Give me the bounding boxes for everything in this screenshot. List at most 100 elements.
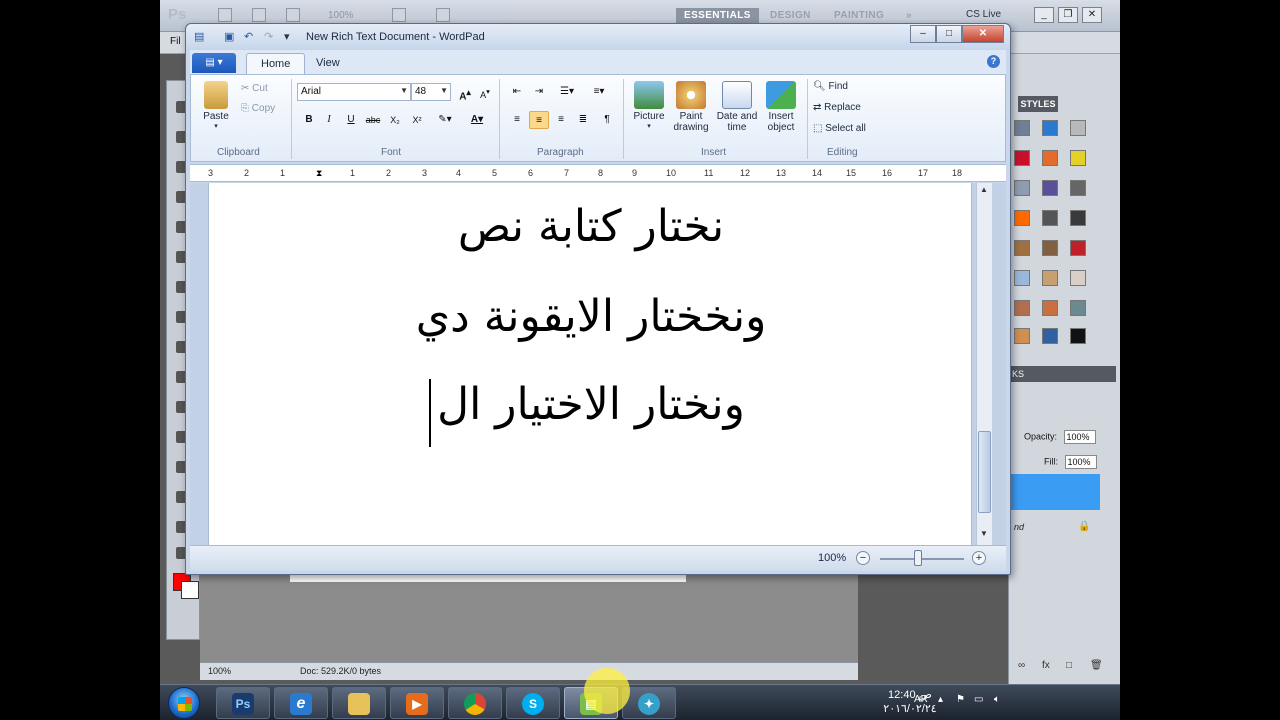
style-swatch[interactable] — [1042, 120, 1058, 136]
close-button[interactable]: ✕ — [962, 25, 1004, 43]
style-swatch[interactable] — [1014, 300, 1030, 316]
selected-layer-row[interactable] — [1010, 474, 1100, 510]
style-swatch[interactable] — [1042, 180, 1058, 196]
help-icon[interactable]: ? — [987, 55, 1000, 68]
volume-icon[interactable]: 🔈︎ — [994, 694, 1000, 705]
arrange-documents-icon[interactable] — [392, 8, 406, 22]
workspace-design[interactable]: DESIGN — [762, 8, 819, 24]
style-swatch[interactable] — [1070, 120, 1086, 136]
style-swatch[interactable] — [1070, 150, 1086, 166]
new-layer-icon[interactable]: □ — [1066, 660, 1072, 671]
increase-indent-icon[interactable]: ⇥ — [529, 83, 549, 101]
shrink-font-icon[interactable]: A▾ — [475, 83, 495, 101]
document-line[interactable]: ونختار الاختيار ال — [209, 379, 973, 430]
delete-layer-icon[interactable]: 🗑 — [1090, 660, 1103, 671]
workspace-essentials[interactable]: ESSENTIALS — [676, 8, 759, 24]
align-center-icon[interactable]: ≡ — [529, 111, 549, 129]
zoom-in-button[interactable]: + — [972, 551, 986, 565]
tab-view[interactable]: View — [302, 53, 354, 74]
action-center-icon[interactable]: ⚑ — [956, 694, 965, 705]
replace-button[interactable]: ⇄ Replace — [813, 102, 861, 113]
network-icon[interactable]: ▭ — [974, 694, 983, 705]
zoom-slider-thumb[interactable] — [914, 550, 922, 566]
style-swatch[interactable] — [1070, 210, 1086, 226]
undo-icon[interactable]: ↶ — [244, 31, 256, 43]
app-zoom[interactable]: 100% — [328, 10, 354, 21]
justify-icon[interactable]: ≣ — [573, 111, 593, 129]
scroll-down-icon[interactable]: ▼ — [980, 529, 988, 538]
taskbar-explorer[interactable] — [332, 687, 386, 719]
link-layers-icon[interactable]: ∞ — [1018, 660, 1025, 671]
style-swatch[interactable] — [1070, 270, 1086, 286]
paragraph-settings-icon[interactable]: ¶ — [597, 111, 617, 129]
taskbar-movie-maker[interactable]: ✦ — [622, 687, 676, 719]
start-button[interactable] — [168, 687, 200, 719]
bridge-icon[interactable] — [218, 8, 232, 22]
cut-button[interactable]: ✂ Cut — [241, 83, 268, 94]
redo-icon[interactable]: ↷ — [264, 31, 276, 43]
insert-object-button[interactable]: Insert object — [761, 81, 801, 133]
date-time-button[interactable]: Date and time — [713, 81, 761, 133]
zoom-out-button[interactable]: − — [856, 551, 870, 565]
taskbar-photoshop[interactable]: Ps — [216, 687, 270, 719]
ps-restore-button[interactable]: ❐ — [1058, 7, 1078, 23]
save-icon[interactable]: ▣ — [224, 31, 236, 43]
italic-icon[interactable]: I — [319, 111, 339, 129]
vertical-scrollbar[interactable]: ▲ ▼ — [976, 183, 992, 545]
align-left-icon[interactable]: ≡ — [507, 111, 527, 129]
taskbar-media-player[interactable]: ▶ — [390, 687, 444, 719]
style-swatch[interactable] — [1042, 210, 1058, 226]
style-swatch[interactable] — [1042, 328, 1058, 344]
background-color-swatch[interactable] — [181, 581, 199, 599]
customize-qat-icon[interactable]: ▾ — [284, 31, 296, 43]
document-page[interactable]: نختار كتابة نص ونخختار الايقونة دي ونختا… — [208, 183, 972, 545]
taskbar-skype[interactable]: S — [506, 687, 560, 719]
document-line[interactable]: نختار كتابة نص — [209, 201, 973, 252]
decrease-indent-icon[interactable]: ⇤ — [507, 83, 527, 101]
ps-minimize-button[interactable]: _ — [1034, 7, 1054, 23]
style-swatch[interactable] — [1070, 180, 1086, 196]
font-family-select[interactable]: Arial ▼ — [297, 83, 411, 101]
style-swatch[interactable] — [1014, 180, 1030, 196]
picture-button[interactable]: Picture ▾ — [629, 81, 669, 130]
fill-input[interactable]: 100% — [1064, 455, 1097, 469]
copy-button[interactable]: ⎘ Copy — [241, 103, 275, 114]
styles-tab[interactable]: STYLES — [1018, 96, 1058, 112]
taskbar-internet-explorer[interactable]: e — [274, 687, 328, 719]
style-swatch[interactable] — [1070, 300, 1086, 316]
opacity-input[interactable]: 100% — [1063, 430, 1096, 444]
minibridge-icon[interactable] — [252, 8, 266, 22]
style-swatch[interactable] — [1014, 270, 1030, 286]
style-swatch[interactable] — [1042, 270, 1058, 286]
minimize-button[interactable]: – — [910, 25, 936, 43]
font-size-select[interactable]: 48 ▼ — [411, 83, 451, 101]
bullets-icon[interactable]: ☰▾ — [553, 83, 581, 101]
taskbar-chrome[interactable] — [448, 687, 502, 719]
style-swatch[interactable] — [1014, 120, 1030, 136]
maximize-button[interactable]: □ — [936, 25, 962, 43]
font-color-icon[interactable]: A▾ — [463, 111, 491, 129]
indent-marker-icon[interactable]: ⧗ — [316, 168, 322, 179]
document-line[interactable]: ونخختار الايقونة دي — [209, 291, 973, 342]
layers-tab-bar[interactable]: KS — [1010, 366, 1116, 382]
bold-icon[interactable]: B — [299, 111, 319, 129]
highlight-color-icon[interactable]: ✎▾ — [431, 111, 459, 129]
grow-font-icon[interactable]: A▴ — [455, 83, 475, 102]
paste-button[interactable]: Paste ▾ — [199, 81, 233, 130]
style-swatch[interactable] — [1042, 240, 1058, 256]
zoom-slider[interactable] — [880, 558, 964, 560]
ps-close-button[interactable]: ✕ — [1082, 7, 1102, 23]
strikethrough-icon[interactable]: abc — [363, 111, 383, 129]
tab-home[interactable]: Home — [246, 53, 306, 74]
cs-live-menu[interactable]: CS Live — [966, 9, 1001, 20]
clock[interactable]: 12:40 ص ٢٠١٦/٠٢/٢٤ — [875, 688, 945, 716]
line-spacing-icon[interactable]: ≡▾ — [585, 83, 613, 101]
select-all-button[interactable]: ⬚ Select all — [813, 123, 866, 134]
style-swatch[interactable] — [1014, 328, 1030, 344]
scrollbar-thumb[interactable] — [978, 431, 991, 513]
paint-drawing-button[interactable]: Paint drawing — [669, 81, 713, 133]
file-menu-fragment[interactable]: Fil — [170, 36, 181, 47]
wordpad-title-bar[interactable]: ▤ ▣ ↶ ↷ ▾ New Rich Text Document - WordP… — [186, 24, 1010, 50]
view-extras-icon[interactable] — [286, 8, 300, 22]
find-button[interactable]: 🔍︎ Find — [813, 81, 848, 92]
